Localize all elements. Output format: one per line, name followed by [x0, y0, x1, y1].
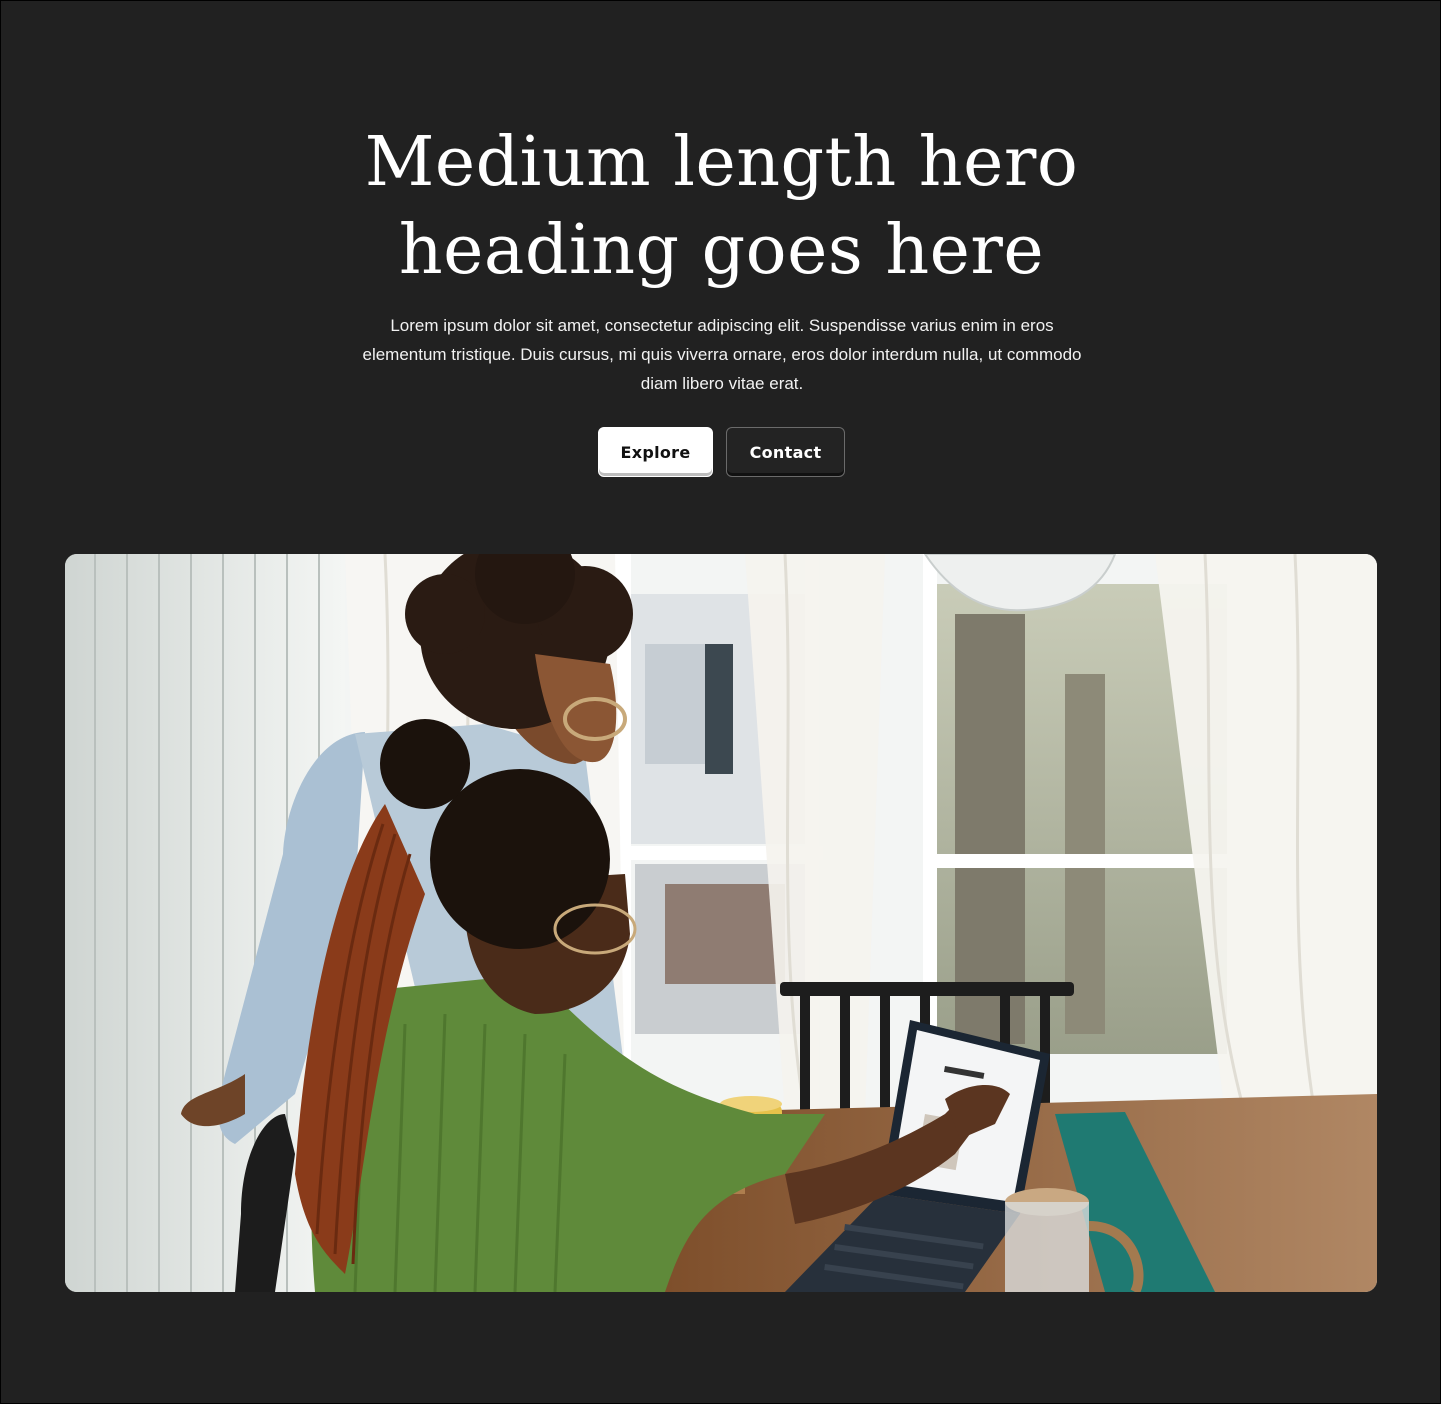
hero-image [65, 554, 1377, 1292]
explore-button[interactable]: Explore [598, 427, 713, 477]
contact-button[interactable]: Contact [726, 427, 845, 477]
hero-heading-line-1: Medium length hero [364, 123, 1079, 202]
hero-photo-illustration [65, 554, 1377, 1292]
hero-heading-line-2: heading goes here [398, 211, 1045, 290]
hero-heading: Medium length hero heading goes here [1, 119, 1441, 295]
hero-section: Medium length hero heading goes here Lor… [0, 0, 1441, 1404]
hero-subheading: Lorem ipsum dolor sit amet, consectetur … [362, 316, 1082, 393]
